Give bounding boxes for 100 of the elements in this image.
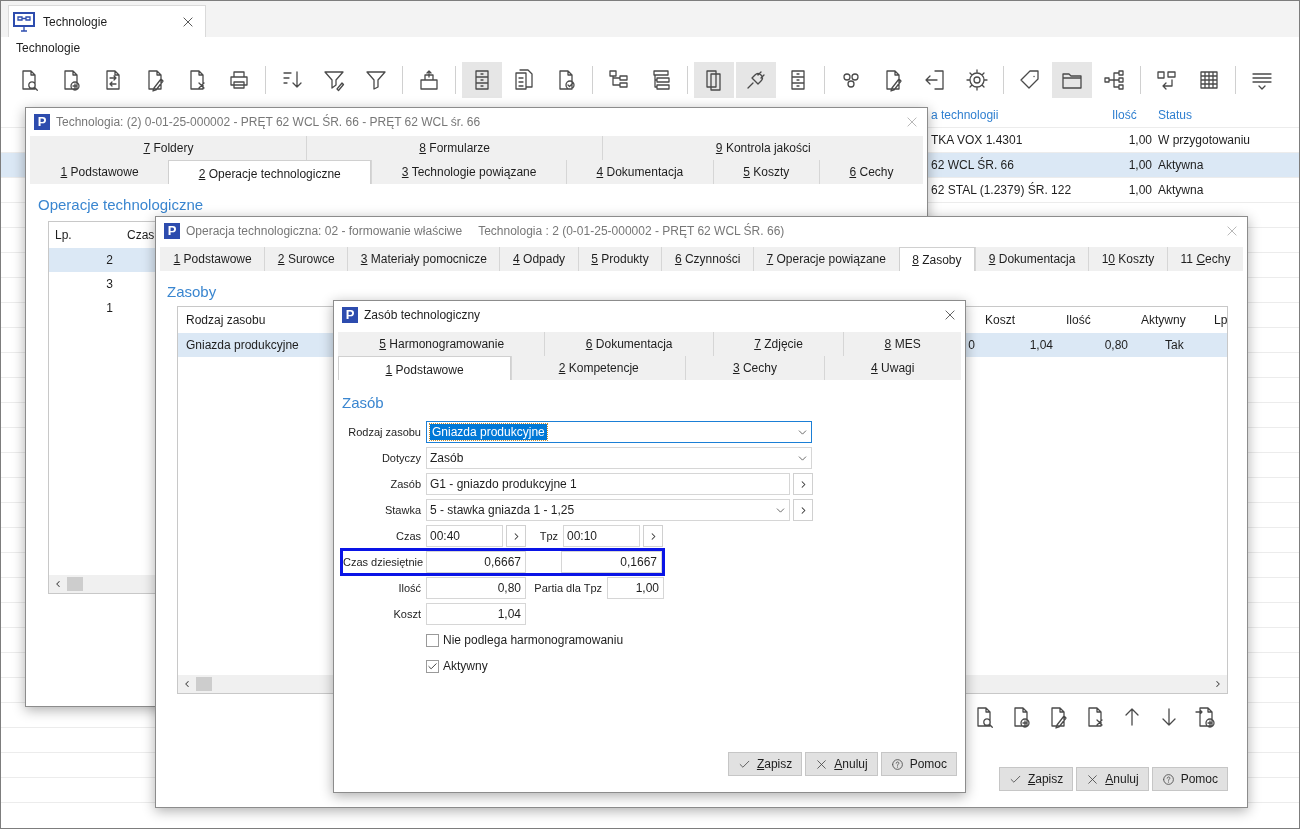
close-button[interactable] xyxy=(943,308,957,322)
field-label: Partia dla Tpz xyxy=(533,582,602,594)
table-cell-text: Tak xyxy=(1164,338,1185,352)
chevron-left-icon xyxy=(53,579,63,589)
toolbar-button[interactable] xyxy=(462,62,502,98)
field-label: Dotyczy xyxy=(380,452,421,464)
scroll-thumb[interactable] xyxy=(67,577,83,591)
tab[interactable]: 8 Zasoby xyxy=(898,247,976,271)
column-header[interactable]: Ilość xyxy=(1061,313,1099,327)
column-header[interactable]: Lp. xyxy=(49,228,121,242)
cancel-button[interactable]: Anuluj xyxy=(805,752,878,776)
tab[interactable]: 1 Podstawowe xyxy=(30,160,169,184)
field-label: Tpz xyxy=(538,530,558,542)
field-label: Rodzaj zasobu xyxy=(347,426,421,438)
monitor-icon xyxy=(13,11,35,32)
column-header[interactable]: Ilość xyxy=(1112,108,1152,122)
checkbox[interactable] xyxy=(426,633,439,647)
table-cell-text: Gniazda produkcyjne xyxy=(185,338,300,352)
input-field[interactable]: 00:10 xyxy=(563,525,640,547)
table-cell-text: TKA VOX 1.4301 xyxy=(931,133,1024,147)
settings-icon xyxy=(965,68,989,92)
check-icon xyxy=(427,660,438,672)
table-cell-text: 1,00 xyxy=(1127,158,1152,172)
help-button[interactable]: Pomoc xyxy=(1151,767,1228,791)
tab[interactable]: 2 Operacje technologiczne xyxy=(168,160,372,184)
tab[interactable]: 5 Produkty xyxy=(577,247,662,271)
toolbar-button[interactable] xyxy=(736,62,776,98)
toolbar-button[interactable] xyxy=(694,62,734,98)
table-cell-text: Aktywna xyxy=(1157,158,1205,172)
tab[interactable]: 9 Kontrola jakości xyxy=(602,136,923,160)
input-field[interactable]: 0,1667 xyxy=(561,551,662,573)
tab[interactable]: 7 Operacje powiązane xyxy=(752,247,899,271)
tab[interactable]: 5 Koszty xyxy=(712,160,819,184)
tab[interactable]: 6 Dokumentacja xyxy=(544,332,713,356)
dropdown[interactable]: 5 - stawka gniazda 1 - 1,25 xyxy=(426,499,790,521)
tab[interactable]: 1 Podstawowe xyxy=(160,247,265,271)
cross-icon xyxy=(1225,224,1239,238)
field-label: Stawka xyxy=(383,504,421,516)
dropdown[interactable]: Zasób xyxy=(426,447,812,469)
tab[interactable]: 4 Uwagi xyxy=(823,356,961,380)
open-button[interactable] xyxy=(793,473,813,495)
tab[interactable]: 11 Cechy xyxy=(1167,247,1243,271)
save-button[interactable]: Zapisz xyxy=(727,752,803,776)
tab[interactable]: 2 Kompetencje xyxy=(511,356,686,380)
save-button[interactable]: Zapisz xyxy=(998,767,1074,791)
input-field[interactable]: 1,04 xyxy=(426,603,526,625)
table-cell-text: 62 WCL ŚR. 66 xyxy=(931,158,1015,172)
input-field[interactable]: G1 - gniazdo produkcyjne 1 xyxy=(426,473,790,495)
window-title: Operacja technologiczna: 02 - formowanie właściwe xyxy=(186,224,463,238)
tab[interactable]: 3 Materiały pomocnicze xyxy=(347,247,500,271)
tab[interactable]: 7 Foldery xyxy=(30,136,306,160)
tray-upload-icon xyxy=(417,68,441,92)
checkbox[interactable] xyxy=(426,659,439,673)
tab[interactable]: 5 Harmonogramowanie xyxy=(338,332,545,356)
input-field[interactable]: 0,6667 xyxy=(426,551,526,573)
tab[interactable]: 1 Podstawowe xyxy=(338,356,512,380)
tab[interactable]: 10 Koszty xyxy=(1088,247,1167,271)
app-logo: P xyxy=(342,307,358,323)
tab[interactable]: 7 Zdjęcie xyxy=(712,332,844,356)
cross-icon xyxy=(181,14,195,29)
column-header[interactable]: Aktywny xyxy=(1136,313,1194,327)
open-button[interactable] xyxy=(506,525,526,547)
help-icon xyxy=(1161,772,1175,786)
open-button[interactable] xyxy=(793,499,813,521)
help-button[interactable]: Pomoc xyxy=(880,752,957,776)
scroll-thumb[interactable] xyxy=(196,677,212,691)
outdent-icon xyxy=(1155,68,1179,92)
tab[interactable]: 4 Dokumentacja xyxy=(565,160,713,184)
input-field[interactable]: 0,80 xyxy=(426,577,526,599)
field-label: Koszt xyxy=(392,608,421,620)
tab[interactable]: 6 Czynności xyxy=(661,247,753,271)
doc-import-icon xyxy=(1194,705,1218,729)
tab[interactable]: 9 Dokumentacja xyxy=(975,247,1089,271)
table-cell-text: 1,04 xyxy=(1028,338,1054,352)
column-header[interactable]: Lp xyxy=(1209,313,1228,327)
table-cell-text: 1,00 xyxy=(1127,183,1152,197)
filter-icon xyxy=(364,68,388,92)
input-field[interactable]: 1,00 xyxy=(607,577,664,599)
close-button[interactable] xyxy=(181,14,195,29)
column-header[interactable]: a technologii xyxy=(931,108,1112,122)
column-header[interactable]: Status xyxy=(1152,108,1299,122)
field-label: Ilość xyxy=(397,582,421,594)
sign-in-icon xyxy=(923,68,947,92)
dropdown[interactable]: Gniazda produkcyjne xyxy=(426,421,812,443)
open-button[interactable] xyxy=(643,525,663,547)
tab[interactable]: 4 Odpady xyxy=(499,247,578,271)
column-header[interactable]: Rodzaj zasobu xyxy=(178,313,274,327)
tab[interactable]: 3 Cechy xyxy=(685,356,824,380)
column-header[interactable]: Koszt xyxy=(977,313,1023,327)
tab[interactable]: 6 Cechy xyxy=(818,160,924,184)
tab[interactable]: 8 MES xyxy=(843,332,961,356)
document-tab[interactable]: Technologie xyxy=(8,5,206,37)
tab[interactable]: 3 Technologie powiązane xyxy=(371,160,566,184)
table-cell-text: 62 STAL (1.2379) ŚR. 122 xyxy=(931,183,1073,197)
chevron-left-icon xyxy=(182,679,192,689)
tab[interactable]: 2 Surowce xyxy=(264,247,348,271)
input-field[interactable]: 00:40 xyxy=(426,525,503,547)
doc-list-icon xyxy=(512,68,536,92)
toolbar-button[interactable] xyxy=(1052,62,1092,98)
cancel-button[interactable]: Anuluj xyxy=(1076,767,1149,791)
